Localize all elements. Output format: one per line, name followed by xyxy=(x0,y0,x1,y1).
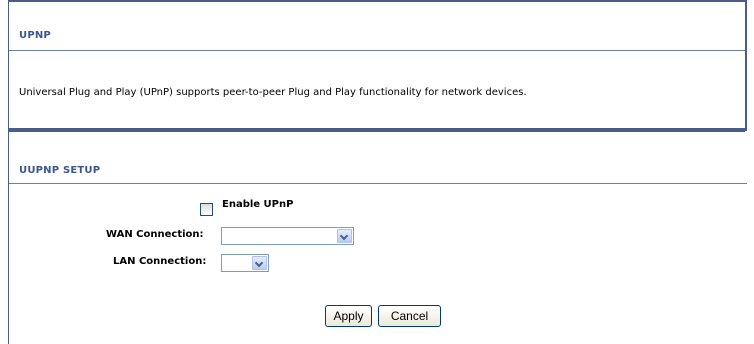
lan-connection-label: LAN Connection: xyxy=(113,256,207,267)
wan-connection-label: WAN Connection: xyxy=(106,229,204,240)
lan-connection-select[interactable] xyxy=(221,254,269,272)
wan-connection-select[interactable] xyxy=(221,227,354,245)
section-divider xyxy=(9,50,745,51)
section-divider xyxy=(9,183,747,184)
cancel-button[interactable]: Cancel xyxy=(378,305,441,327)
upnp-description: Universal Plug and Play (UPnP) supports … xyxy=(19,87,527,98)
upnp-section: UPNP Universal Plug and Play (UPnP) supp… xyxy=(9,0,747,132)
apply-button[interactable]: Apply xyxy=(325,305,372,327)
chevron-down-icon[interactable] xyxy=(252,256,267,270)
upnp-section-title: UPNP xyxy=(19,30,51,41)
upnp-setup-title: UUPNP SETUP xyxy=(19,165,101,176)
enable-upnp-label: Enable UPnP xyxy=(222,199,294,210)
enable-upnp-checkbox[interactable] xyxy=(200,203,213,216)
chevron-down-icon[interactable] xyxy=(337,229,352,243)
